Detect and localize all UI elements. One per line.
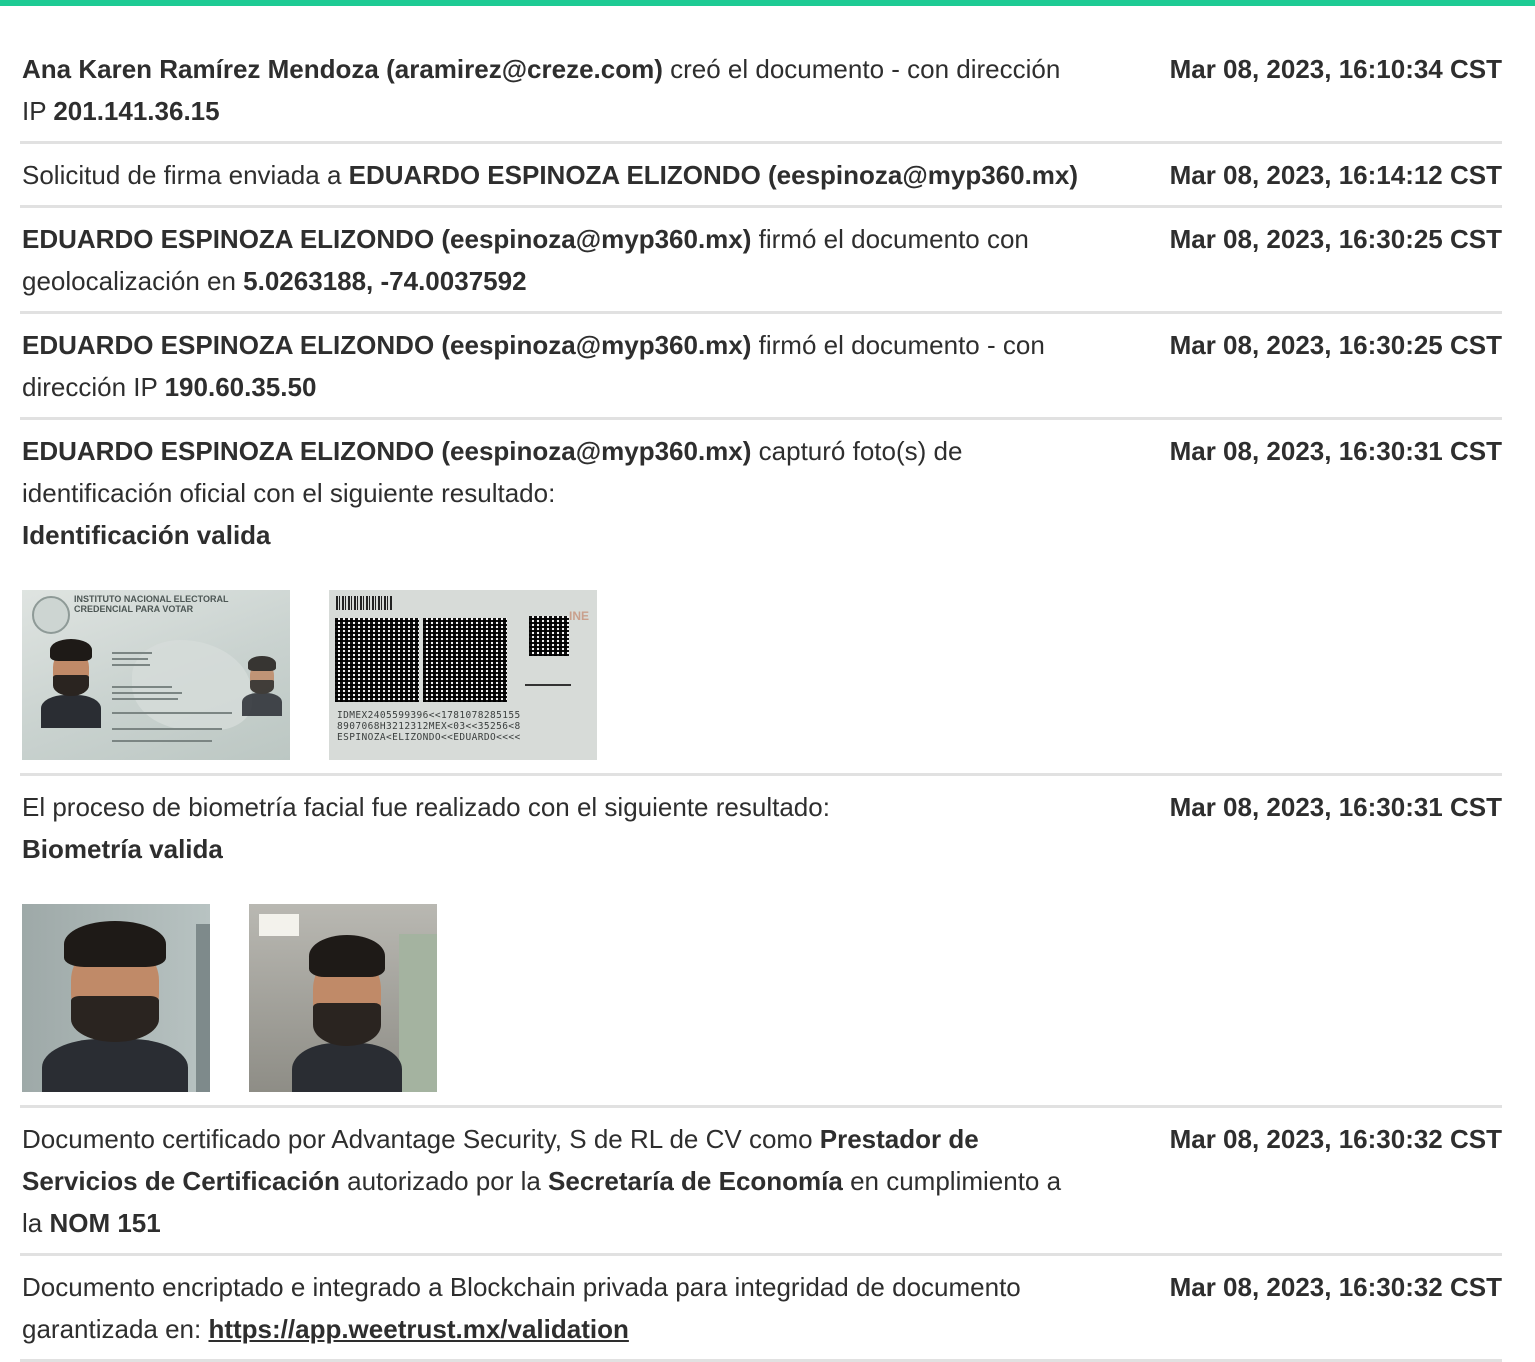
- log-entry-timestamp: Mar 08, 2023, 16:30:31 CST: [1169, 436, 1502, 466]
- log-entry-strong-text: 5.0263188, -74.0037592: [243, 266, 527, 296]
- log-entry-strong-text: Identificación valida: [22, 520, 271, 550]
- qr-code-icon: [529, 616, 569, 656]
- biometric-photos: [22, 870, 1082, 1096]
- id-portrait-small: [240, 654, 284, 716]
- id-portrait: [38, 636, 104, 729]
- log-entry-description: Ana Karen Ramírez Mendoza (aramirez@crez…: [22, 48, 1082, 132]
- log-entry: Documento certificado por Advantage Secu…: [20, 1108, 1502, 1256]
- log-entry-text: Documento certificado por Advantage Secu…: [22, 1124, 820, 1154]
- log-entry-strong-text: EDUARDO ESPINOZA ELIZONDO (eespinoza@myp…: [22, 436, 752, 466]
- audit-log: Ana Karen Ramírez Mendoza (aramirez@crez…: [20, 38, 1502, 1362]
- id-photos: INSTITUTO NACIONAL ELECTORAL CREDENCIAL …: [22, 556, 1082, 764]
- biometric-selfie-image: [249, 904, 437, 1092]
- log-entry: Ana Karen Ramírez Mendoza (aramirez@crez…: [20, 38, 1502, 144]
- qr-code-icon: [335, 618, 419, 702]
- log-entry-strong-text: EDUARDO ESPINOZA ELIZONDO (eespinoza@myp…: [22, 224, 752, 254]
- seal-icon: [32, 596, 70, 634]
- id-card-back-image: INE IDMEX2405599396<<1781078285155 89070…: [329, 590, 597, 760]
- log-entry-timestamp: Mar 08, 2023, 16:10:34 CST: [1169, 54, 1502, 84]
- log-entry-timestamp: Mar 08, 2023, 16:30:31 CST: [1169, 792, 1502, 822]
- log-entry-timestamp: Mar 08, 2023, 16:14:12 CST: [1169, 160, 1502, 190]
- log-entry-text: El proceso de biometría facial fue reali…: [22, 792, 830, 822]
- log-entry-description: Solicitud de firma enviada a EDUARDO ESP…: [22, 154, 1082, 196]
- log-entry-description: Documento certificado por Advantage Secu…: [22, 1118, 1082, 1244]
- log-entry-timestamp: Mar 08, 2023, 16:30:25 CST: [1169, 224, 1502, 254]
- log-entry-strong-text: EDUARDO ESPINOZA ELIZONDO (eespinoza@myp…: [22, 330, 752, 360]
- validation-link[interactable]: https://app.weetrust.mx/validation: [208, 1314, 628, 1344]
- log-entry-text: Solicitud de firma enviada a: [22, 160, 349, 190]
- qr-code-icon: [423, 618, 507, 702]
- log-entry-text: autorizado por la: [339, 1166, 549, 1196]
- log-entry-timestamp: Mar 08, 2023, 16:30:32 CST: [1169, 1272, 1502, 1302]
- log-entry: Documento encriptado e integrado a Block…: [20, 1256, 1502, 1362]
- id-card-header: INSTITUTO NACIONAL ELECTORAL CREDENCIAL …: [74, 594, 229, 614]
- log-entry-strong-text: EDUARDO ESPINOZA ELIZONDO (eespinoza@myp…: [348, 160, 1079, 190]
- log-entry-strong-text: 201.141.36.15: [53, 96, 220, 126]
- log-entry-timestamp: Mar 08, 2023, 16:30:25 CST: [1169, 330, 1502, 360]
- log-entry-strong-text: 190.60.35.50: [164, 372, 317, 402]
- log-entry: EDUARDO ESPINOZA ELIZONDO (eespinoza@myp…: [20, 420, 1502, 776]
- log-entry: Solicitud de firma enviada a EDUARDO ESP…: [20, 144, 1502, 208]
- barcode-icon: [336, 596, 392, 610]
- top-accent-bar: [0, 0, 1535, 6]
- log-entry-description: EDUARDO ESPINOZA ELIZONDO (eespinoza@myp…: [22, 324, 1082, 408]
- signature-mark: [525, 670, 571, 686]
- log-entry-strong-text: Secretaría de Economía: [548, 1166, 843, 1196]
- log-entry-description: EDUARDO ESPINOZA ELIZONDO (eespinoza@myp…: [22, 218, 1082, 302]
- log-entry-description: EDUARDO ESPINOZA ELIZONDO (eespinoza@myp…: [22, 430, 1082, 764]
- log-entry-description: El proceso de biometría facial fue reali…: [22, 786, 1082, 1096]
- log-entry-timestamp: Mar 08, 2023, 16:30:32 CST: [1169, 1124, 1502, 1154]
- log-entry-strong-text: Ana Karen Ramírez Mendoza (aramirez@crez…: [22, 54, 663, 84]
- biometric-id-face-image: [22, 904, 210, 1092]
- id-card-mrz: IDMEX2405599396<<1781078285155 8907068H3…: [337, 710, 521, 743]
- id-card-front-image: INSTITUTO NACIONAL ELECTORAL CREDENCIAL …: [22, 590, 290, 760]
- log-entry-strong-text: NOM 151: [49, 1208, 161, 1238]
- log-entry-description: Documento encriptado e integrado a Block…: [22, 1266, 1082, 1350]
- log-entry-strong-text: Biometría valida: [22, 834, 223, 864]
- log-entry: El proceso de biometría facial fue reali…: [20, 776, 1502, 1108]
- log-entry: EDUARDO ESPINOZA ELIZONDO (eespinoza@myp…: [20, 314, 1502, 420]
- id-card-brand: INE: [568, 609, 589, 623]
- log-entry: EDUARDO ESPINOZA ELIZONDO (eespinoza@myp…: [20, 208, 1502, 314]
